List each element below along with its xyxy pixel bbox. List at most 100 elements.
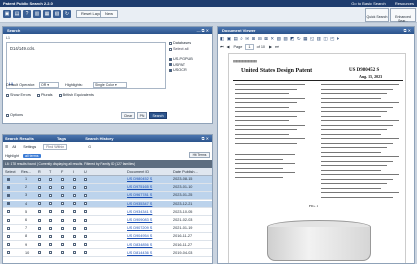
row-flag-checkbox[interactable] (73, 209, 77, 217)
row-flag-checkbox[interactable] (84, 242, 88, 250)
list-icon[interactable]: ☰ (5, 145, 8, 149)
row-select-checkbox[interactable] (7, 233, 11, 241)
layout-icon[interactable]: ▦ (43, 10, 51, 18)
go-button[interactable]: G (88, 145, 91, 149)
default-operator-select[interactable]: OR ▾ (39, 82, 59, 88)
row-flag-checkbox[interactable] (49, 250, 53, 258)
grid-icon[interactable]: ▧ (53, 10, 61, 18)
row-flag-checkbox[interactable] (49, 242, 53, 250)
row-flag-checkbox[interactable] (38, 250, 42, 258)
row-flag-checkbox[interactable] (73, 217, 77, 225)
db-pgpub-checkbox[interactable] (169, 57, 172, 61)
col-date-published[interactable]: Date Publish... (173, 168, 198, 176)
plurals-checkbox[interactable] (36, 93, 40, 97)
col-document-id[interactable]: Document ID (127, 168, 149, 176)
row-flag-checkbox[interactable] (84, 209, 88, 217)
row-flag-checkbox[interactable] (38, 225, 42, 233)
query-textarea[interactable]: D14/149.ccls. L1 (6, 42, 166, 89)
row-flag-checkbox[interactable] (49, 233, 53, 241)
settings-dropdown[interactable]: Settings (23, 145, 36, 149)
row-flag-checkbox[interactable] (38, 242, 42, 250)
row-select-checkbox[interactable] (7, 217, 11, 225)
select-all-checkbox[interactable] (169, 47, 172, 51)
document-id-link[interactable]: US D907209 S (127, 225, 152, 233)
row-flag-checkbox[interactable] (73, 225, 77, 233)
col-r[interactable]: R (38, 168, 41, 176)
row-flag-checkbox[interactable] (84, 225, 88, 233)
row-flag-checkbox[interactable] (61, 233, 65, 241)
panel-controls-icon[interactable]: ⧉ ✕ (202, 135, 209, 142)
refresh-icon[interactable]: ↻ (63, 10, 71, 18)
enhanced-search-button[interactable]: Enhanced Sear... (390, 8, 416, 23)
panel-controls-icon[interactable]: — ⧉ ✕ (197, 27, 209, 34)
row-flag-checkbox[interactable] (73, 242, 77, 250)
pn-button[interactable]: PN (137, 112, 147, 119)
query-tab[interactable]: L1 (6, 36, 22, 41)
row-flag-checkbox[interactable] (84, 201, 88, 209)
row-flag-checkbox[interactable] (84, 250, 88, 258)
search-button[interactable]: Search (149, 112, 167, 119)
print-icon[interactable]: ▥ (33, 10, 41, 18)
row-flag-checkbox[interactable] (61, 242, 65, 250)
row-flag-checkbox[interactable] (84, 217, 88, 225)
row-flag-checkbox[interactable] (49, 201, 53, 209)
table-row[interactable]: 3 US D967781 S 2023-01-25 (3, 192, 212, 201)
open-icon[interactable]: ▤ (13, 10, 21, 18)
table-row[interactable]: 10 US D814436 S 2019-04-03 (3, 250, 212, 258)
document-id-link[interactable]: US D834856 S (127, 242, 152, 250)
all-dropdown[interactable]: All (12, 145, 16, 149)
row-flag-checkbox[interactable] (38, 184, 42, 192)
row-flag-checkbox[interactable] (49, 217, 53, 225)
row-select-checkbox[interactable] (7, 184, 11, 192)
row-select-checkbox[interactable] (7, 176, 11, 184)
save-icon[interactable]: ▣ (3, 10, 11, 18)
row-flag-checkbox[interactable] (84, 184, 88, 192)
row-flag-checkbox[interactable] (38, 201, 42, 209)
db-usocr-checkbox[interactable] (169, 68, 172, 72)
panel-controls-icon[interactable]: ⧉ ✕ (404, 27, 411, 34)
row-flag-checkbox[interactable] (38, 176, 42, 184)
row-flag-checkbox[interactable] (84, 233, 88, 241)
document-id-link[interactable]: US D935347 S (127, 201, 152, 209)
col-t[interactable]: T (49, 168, 51, 176)
document-id-link[interactable]: US D967781 S (127, 192, 152, 200)
row-flag-checkbox[interactable] (61, 192, 65, 200)
tab-search-history[interactable]: Search History (85, 136, 113, 141)
row-flag-checkbox[interactable] (61, 209, 65, 217)
document-id-link[interactable]: US D934341 S (127, 209, 152, 217)
row-flag-checkbox[interactable] (61, 184, 65, 192)
row-select-checkbox[interactable] (7, 209, 11, 217)
table-row[interactable]: 8 US D904954 S 2016-11-27 (3, 233, 212, 242)
row-flag-checkbox[interactable] (61, 225, 65, 233)
table-row[interactable]: 5 US D934341 S 2023-10-05 (3, 209, 212, 217)
table-row[interactable]: 4 US D935347 S 2023-12-21 (3, 200, 212, 209)
document-id-link[interactable]: US D904954 S (127, 233, 152, 241)
document-id-link[interactable]: US D814436 S (127, 250, 152, 258)
col-result[interactable]: Res... (21, 168, 31, 176)
next-page-icon[interactable]: ▶ (269, 45, 272, 49)
hit-terms-button[interactable]: Hit Terms (189, 152, 210, 158)
col-f[interactable]: F (61, 168, 63, 176)
row-flag-checkbox[interactable] (38, 233, 42, 241)
row-flag-checkbox[interactable] (73, 201, 77, 209)
highlight-tag[interactable]: all terms (22, 154, 41, 158)
row-flag-checkbox[interactable] (73, 233, 77, 241)
quick-search-button[interactable]: Quick Search (365, 8, 389, 22)
document-id-link[interactable]: US D909083 S (127, 217, 152, 225)
row-select-checkbox[interactable] (7, 225, 11, 233)
row-flag-checkbox[interactable] (73, 176, 77, 184)
row-flag-checkbox[interactable] (49, 184, 53, 192)
highlights-select[interactable]: Single Color ▾ (93, 82, 127, 88)
col-select[interactable]: Select (5, 168, 16, 176)
show-errors-checkbox[interactable] (6, 93, 9, 97)
first-page-icon[interactable]: ⏮ (220, 45, 223, 49)
row-flag-checkbox[interactable] (38, 192, 42, 200)
page-input[interactable]: 1 (245, 44, 254, 50)
row-select-checkbox[interactable] (7, 201, 11, 209)
row-flag-checkbox[interactable] (73, 250, 77, 258)
row-flag-checkbox[interactable] (49, 192, 53, 200)
row-flag-checkbox[interactable] (61, 217, 65, 225)
row-flag-checkbox[interactable] (38, 209, 42, 217)
row-select-checkbox[interactable] (7, 242, 11, 250)
table-row[interactable]: 6 US D909083 S 2021-02-03 (3, 217, 212, 225)
